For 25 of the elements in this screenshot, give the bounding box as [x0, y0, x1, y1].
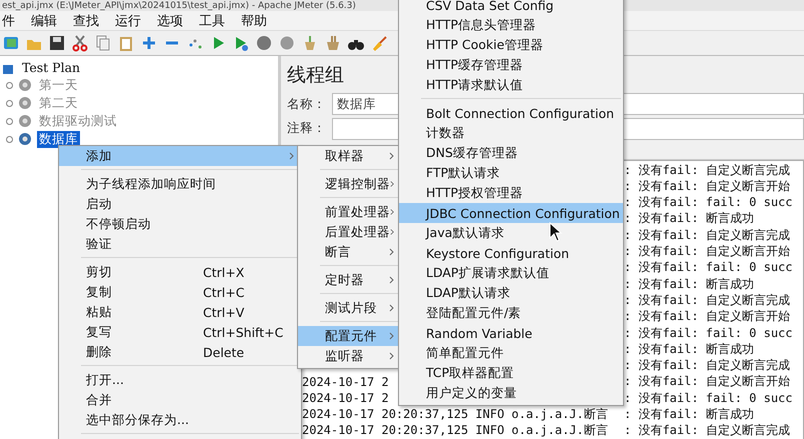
log-line: : 没有fail: 自定义断言完成 — [624, 357, 790, 374]
log-line: : 没有fail: 断言成功 — [624, 340, 754, 358]
log-line: : 没有fail: fail: 0 succ — [624, 194, 792, 212]
log-line: : 没有fail: 自定义断言开始 — [624, 308, 790, 326]
log-line: : 没有fail: 断言成功 — [624, 210, 754, 228]
window-title: est_api.jmx (E:\JMeter_API\jmx\20241015\test_api.jmx) - Apache JMeter (5.6.3) — [2, 0, 356, 10]
log-line: : 没有fail: 断言成功 — [624, 276, 754, 293]
log-line: : 没有fail: 自定义断言开始 — [624, 373, 790, 390]
log-line: : 没有fail: fail: 0 succ — [624, 324, 792, 342]
field-label: 名称： — [287, 96, 326, 113]
log-line: : 没有fail: fail: 0 succ — [624, 259, 792, 276]
panel-title: 线程组 — [287, 63, 344, 88]
field-label: 注释： — [287, 120, 326, 138]
log-line: 2024-10-17 2 — [302, 391, 389, 406]
log-line: : 没有fail: 断言成功 — [624, 406, 754, 424]
log-line: 2024-10-17 20:20:37,125 INFO o.a.j.a.J.断言 — [302, 407, 608, 422]
log-line: : 没有fail: fail: 0 succ — [624, 390, 792, 407]
log-line: : 没有fail: 自定义断言完成 — [624, 292, 790, 309]
log-line: 2024-10-17 20:20:37,125 INFO o.a.j.a.J.断言 — [302, 423, 608, 438]
log-line: : 没有fail: 自定义断言开始 — [624, 243, 790, 260]
log-line: : 没有fail: 自定义断言完成 — [624, 226, 790, 244]
log-line: : 没有fail: 自定义断言开始 — [624, 178, 790, 195]
log-line: : 没有fail: 自定义断言完成 — [624, 422, 790, 439]
log-line: 2024-10-17 2 — [302, 374, 389, 389]
log-line: : 没有fail: 自定义断言完成 — [624, 162, 790, 179]
